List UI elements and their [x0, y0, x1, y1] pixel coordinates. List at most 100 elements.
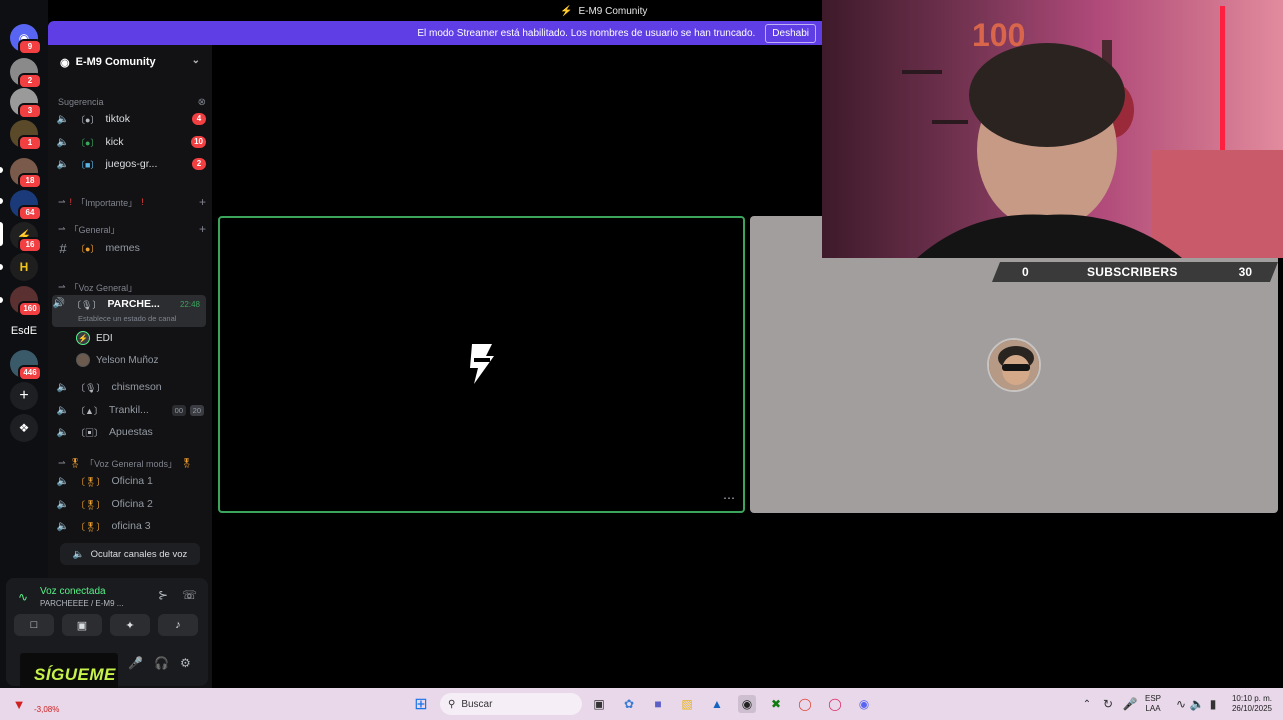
teams-icon[interactable]: ■	[649, 695, 667, 713]
category-voz-general[interactable]: ⇀ 「Voz General」	[58, 280, 208, 294]
add-channel-icon[interactable]: +	[199, 195, 206, 209]
camera-off-button[interactable]: □	[14, 614, 54, 636]
channel-tiktok[interactable]: 🔈 〔●〕 tiktok 4	[56, 109, 210, 129]
category-importante[interactable]: ⇀ ! 「Importante」 ! +	[58, 195, 208, 209]
hide-voice-channels-button[interactable]: 🔈 Ocultar canales de voz	[60, 543, 200, 565]
voice-channel[interactable]: 🔈 〔🎙〕 chismeson	[56, 377, 210, 397]
screen-share-button[interactable]: ▣	[62, 614, 102, 636]
task-view-icon[interactable]: ▣	[590, 695, 608, 713]
selected-pill	[0, 222, 3, 246]
server-icon[interactable]: 3	[10, 88, 42, 119]
copilot-icon[interactable]: ✿	[620, 695, 638, 713]
user-count: 00	[171, 404, 186, 416]
follow-text: SÍGUEME	[34, 665, 116, 684]
file-explorer-icon[interactable]: ▧	[678, 695, 696, 713]
announcement-icon: 🔈	[56, 158, 70, 170]
taskbar-search[interactable]: ⚲ Buscar	[440, 693, 582, 715]
discord-home-icon[interactable]: ◉ 9	[10, 24, 42, 55]
disconnect-icon[interactable]: ☏	[182, 588, 197, 602]
discord-taskbar-icon[interactable]: ◉	[855, 695, 873, 713]
opera-icon[interactable]: ◯	[826, 695, 844, 713]
server-badge: 9	[18, 39, 42, 55]
app-icon[interactable]: ▲	[708, 695, 726, 713]
chevron-down-icon[interactable]: ⌄	[192, 55, 200, 66]
server-icon[interactable]: H	[10, 253, 38, 281]
channel-memes[interactable]: # 〔●〕 memes	[56, 238, 210, 258]
speaker-icon: 🔈	[56, 426, 70, 438]
category-voz-mods[interactable]: ⇀ 🎖 「Voz General mods」 🎖	[58, 456, 208, 470]
channel-juegos[interactable]: 🔈 〔■〕 juegos-gr... 2	[56, 154, 210, 174]
settings-gear-icon[interactable]: ⚙	[180, 656, 191, 670]
server-icon[interactable]: 446	[10, 350, 42, 381]
mention-count: 10	[191, 136, 206, 148]
channel-emoji: 〔▣〕	[76, 427, 104, 438]
server-icon-em9[interactable]: ⚡ 16	[10, 222, 42, 253]
streamer-mode-banner: El modo Streamer está habilitado. Los no…	[48, 21, 822, 45]
close-icon[interactable]: ⊗	[198, 97, 206, 108]
server-icon[interactable]: 2	[10, 58, 42, 89]
server-icon[interactable]: 18	[10, 158, 42, 189]
unread-pill	[0, 167, 3, 173]
voice-channel-name[interactable]: PARCHEEEE / E-M9 ...	[40, 599, 123, 608]
stream-tile-speaking[interactable]: ⋯	[218, 216, 745, 513]
voice-channel[interactable]: 🔈 〔▲〕 Trankil... 00 20	[56, 400, 210, 420]
voice-channel[interactable]: 🔈 〔🎖〕 oficina 3	[56, 516, 210, 536]
language-indicator[interactable]: ESP LAA	[1145, 694, 1161, 714]
microphone-icon[interactable]: 🎤	[128, 656, 143, 670]
guild-header[interactable]: ◉ E-M9 Comunity ⌄	[48, 45, 212, 79]
headphones-icon[interactable]: 🎧	[154, 656, 169, 670]
more-options-icon[interactable]: ⋯	[723, 491, 735, 505]
noise-suppression-icon[interactable]: ⊱	[158, 588, 168, 602]
category-general[interactable]: ⇀ 「General」 +	[58, 222, 208, 236]
channel-kick[interactable]: 🔈 〔●〕 kick 10	[56, 132, 210, 152]
xbox-icon[interactable]: ✖	[767, 695, 785, 713]
speaker-icon: 🔈	[56, 404, 70, 416]
server-badge: 18	[18, 173, 42, 189]
signal-icon[interactable]: ∿	[18, 590, 28, 604]
add-channel-icon[interactable]: +	[199, 222, 206, 236]
voice-member[interactable]: ⚡ EDI	[76, 329, 113, 347]
channel-emoji: 〔●〕	[76, 114, 100, 125]
channel-emoji: 〔🎖〕	[76, 521, 106, 532]
discover-icon[interactable]: ❖	[10, 414, 38, 442]
chrome-icon[interactable]: ◯	[796, 695, 814, 713]
add-server-icon[interactable]: +	[10, 382, 38, 410]
server-badge: 1	[18, 135, 42, 151]
mention-count: 2	[192, 158, 206, 170]
server-badge: 160	[18, 301, 42, 317]
server-badge: 64	[18, 205, 42, 221]
chevron-icon: ⇀	[58, 281, 66, 292]
webcam-overlay: 100	[822, 0, 1283, 258]
server-icon[interactable]: 64	[10, 190, 42, 221]
sync-icon[interactable]: ↻	[1099, 695, 1117, 713]
windows-start-icon[interactable]: ⊞	[412, 695, 430, 713]
server-icon[interactable]: 160	[10, 286, 42, 317]
speaker-icon: 🔊	[52, 298, 66, 309]
channel-emoji: 〔🎖〕	[76, 499, 106, 510]
voice-member[interactable]: Yelson Muñoz	[76, 351, 158, 369]
voice-channel[interactable]: 🔈 〔▣〕 Apuestas	[56, 422, 210, 442]
locked-speaker-icon: 🔈	[56, 475, 70, 487]
obs-icon[interactable]: ◉	[738, 695, 756, 713]
stream-tile-user[interactable]	[750, 216, 1278, 513]
voice-status: Voz conectada	[40, 586, 106, 597]
voice-channel[interactable]: 🔈 〔🎖〕 Oficina 1	[56, 471, 210, 491]
subs-current: 0	[1022, 265, 1029, 279]
channel-emoji: 〔🎙〕	[72, 300, 102, 310]
voice-channel-active[interactable]: 🔊 〔🎙〕 PARCHE... 22:48 Establece un estad…	[52, 295, 206, 327]
unread-pill	[0, 198, 3, 204]
server-label[interactable]: EsdE	[6, 325, 42, 337]
server-icon[interactable]: 1	[10, 120, 42, 151]
clock[interactable]: 10:10 p. m. 26/10/2025	[1226, 694, 1272, 714]
hash-icon: #	[59, 240, 67, 256]
soundboard-button[interactable]: ♪	[158, 614, 198, 636]
disable-streamer-button[interactable]: Deshabi	[765, 23, 816, 43]
battery-icon[interactable]: ▮	[1204, 695, 1222, 713]
channel-status[interactable]: Establece un estado de canal	[78, 314, 176, 323]
voice-channel[interactable]: 🔈 〔🎖〕 Oficina 2	[56, 494, 210, 514]
stocks-icon[interactable]: ▼	[10, 695, 28, 713]
chevron-up-icon[interactable]: ⌃	[1078, 695, 1096, 713]
mic-tray-icon[interactable]: 🎤	[1121, 695, 1139, 713]
activities-button[interactable]: ✦	[110, 614, 150, 636]
channel-emoji: 〔▲〕	[76, 405, 103, 416]
